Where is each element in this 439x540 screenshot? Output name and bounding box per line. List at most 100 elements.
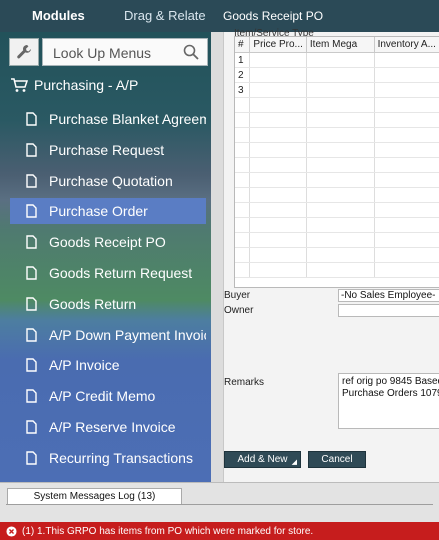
menu-item[interactable]: Goods Return	[10, 291, 206, 317]
tab-modules[interactable]: Modules	[32, 8, 85, 23]
table-cell[interactable]	[306, 82, 375, 98]
table-cell[interactable]	[249, 247, 307, 263]
table-cell: 1	[235, 52, 251, 68]
table-row[interactable]	[235, 112, 439, 128]
owner-field[interactable]	[338, 304, 439, 317]
menu-item[interactable]: A/P Down Payment Invoic	[10, 322, 206, 348]
column-header[interactable]: Inventory A...	[374, 37, 439, 53]
table-cell[interactable]	[306, 202, 375, 218]
table-cell[interactable]	[374, 142, 439, 158]
column-header[interactable]: Price Pro...	[249, 37, 307, 53]
remarks-textarea[interactable]: ref orig po 9845 Based O Purchase Orders…	[338, 373, 439, 429]
category-label: Purchasing - A/P	[34, 77, 139, 93]
table-cell[interactable]	[306, 52, 375, 68]
table-cell[interactable]	[374, 97, 439, 113]
table-row[interactable]	[235, 172, 439, 188]
table-cell[interactable]	[374, 112, 439, 128]
search-input[interactable]	[51, 43, 185, 63]
add-and-new-button[interactable]: Add & New ◢	[224, 451, 301, 468]
table-row[interactable]	[235, 247, 439, 263]
table-cell[interactable]	[374, 82, 439, 98]
menu-item[interactable]: Goods Receipt PO	[10, 229, 206, 255]
table-cell[interactable]	[374, 187, 439, 203]
column-header[interactable]: Item Mega	[306, 37, 375, 53]
status-bar[interactable]: (1) 1.This GRPO has items from PO which …	[0, 522, 439, 540]
table-row[interactable]	[235, 262, 439, 278]
table-cell[interactable]	[374, 52, 439, 68]
table-row[interactable]	[235, 157, 439, 173]
table-row[interactable]	[235, 217, 439, 233]
table-row[interactable]	[235, 127, 439, 143]
menu-item[interactable]: Purchase Blanket Agreem	[10, 106, 206, 132]
table-cell[interactable]	[306, 262, 375, 278]
search-icon[interactable]	[183, 44, 199, 60]
table-cell[interactable]	[306, 112, 375, 128]
table-cell[interactable]	[249, 172, 307, 188]
table-cell[interactable]	[306, 247, 375, 263]
table-cell[interactable]	[374, 232, 439, 248]
table-row[interactable]	[235, 142, 439, 158]
menu-item[interactable]: Purchase Request	[10, 137, 206, 163]
menu-item-label: Goods Return Request	[49, 265, 193, 281]
table-cell[interactable]	[374, 157, 439, 173]
table-cell[interactable]	[249, 202, 307, 218]
table-cell[interactable]	[249, 157, 307, 173]
menu-item[interactable]: A/P Invoice	[10, 352, 206, 378]
menu-item[interactable]: A/P Reserve Invoice	[10, 414, 206, 440]
column-header[interactable]: #	[235, 37, 251, 53]
table-cell[interactable]	[249, 97, 307, 113]
table-cell[interactable]	[306, 97, 375, 113]
buyer-label: Buyer	[224, 290, 251, 301]
table-cell[interactable]	[306, 157, 375, 173]
buyer-select[interactable]: -No Sales Employee-	[338, 289, 439, 302]
menu-item[interactable]: A/P Credit Memo	[10, 383, 206, 409]
system-messages-tab[interactable]: System Messages Log (13)	[7, 488, 182, 505]
table-cell[interactable]	[249, 82, 307, 98]
category-purchasing[interactable]: Purchasing - A/P	[10, 75, 138, 95]
menu-item[interactable]: Purchase Quotation	[10, 168, 206, 194]
table-cell[interactable]	[249, 142, 307, 158]
message-area: System Messages Log (13)	[0, 482, 439, 523]
tab-drag-relate[interactable]: Drag & Relate	[124, 8, 206, 23]
cancel-button[interactable]: Cancel	[308, 451, 366, 468]
menu-item[interactable]: Goods Return Request	[10, 260, 206, 286]
table-row[interactable]	[235, 202, 439, 218]
wrench-icon[interactable]	[9, 38, 39, 66]
table-row[interactable]	[235, 232, 439, 248]
table-cell[interactable]	[306, 67, 375, 83]
table-row[interactable]: 2	[235, 67, 439, 83]
panel-tab-bar: Modules Drag & Relate	[0, 0, 211, 32]
table-cell[interactable]	[306, 172, 375, 188]
table-cell[interactable]	[374, 217, 439, 233]
table-cell[interactable]	[374, 127, 439, 143]
remarks-label: Remarks	[224, 377, 265, 388]
table-cell[interactable]	[249, 67, 307, 83]
table-row[interactable]	[235, 97, 439, 113]
menu-item[interactable]: Purchase Order	[10, 198, 206, 225]
table-cell[interactable]	[306, 127, 375, 143]
table-row[interactable]: 1	[235, 52, 439, 68]
table-cell[interactable]	[306, 142, 375, 158]
table-cell[interactable]	[374, 172, 439, 188]
table-cell[interactable]	[374, 67, 439, 83]
owner-label: Owner	[224, 305, 254, 316]
menu-item-label: A/P Invoice	[49, 357, 120, 374]
table-cell[interactable]	[249, 112, 307, 128]
table-cell[interactable]	[249, 232, 307, 248]
menu-item[interactable]: Recurring Transactions	[10, 445, 206, 471]
dropdown-caret-icon[interactable]: ◢	[292, 458, 297, 466]
table-cell[interactable]	[374, 247, 439, 263]
table-cell	[235, 142, 251, 158]
table-cell[interactable]	[249, 127, 307, 143]
table-cell[interactable]	[249, 52, 307, 68]
table-row[interactable]	[235, 187, 439, 203]
table-row[interactable]: 3	[235, 82, 439, 98]
table-cell[interactable]	[374, 262, 439, 278]
table-cell[interactable]	[374, 202, 439, 218]
table-cell[interactable]	[249, 187, 307, 203]
table-cell[interactable]	[249, 217, 307, 233]
table-cell[interactable]	[306, 217, 375, 233]
table-cell[interactable]	[249, 262, 307, 278]
table-cell[interactable]	[306, 232, 375, 248]
table-cell[interactable]	[306, 187, 375, 203]
